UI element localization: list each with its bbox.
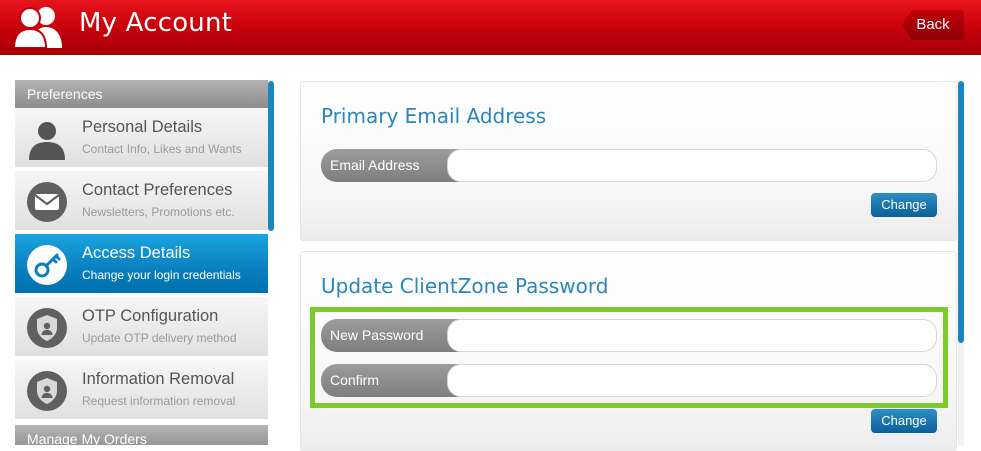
users-icon: [12, 7, 62, 48]
sidebar-item-sublabel: Request information removal: [82, 394, 236, 408]
back-button[interactable]: Back: [902, 10, 964, 40]
sidebar-scrollbar[interactable]: [268, 81, 274, 231]
email-field: Email Address: [321, 149, 937, 182]
sidebar-item-sublabel: Newsletters, Promotions etc.: [82, 205, 235, 219]
sidebar-item-information-removal[interactable]: Information Removal Request information …: [15, 360, 268, 421]
sidebar-item-personal-details[interactable]: Personal Details Contact Info, Likes and…: [15, 108, 268, 169]
app-header: My Account Back: [0, 0, 981, 55]
sidebar-section-manage-orders[interactable]: Manage My Orders: [15, 425, 268, 445]
shield-icon: [27, 308, 67, 348]
sidebar-item-sublabel: Contact Info, Likes and Wants: [82, 142, 242, 156]
sidebar-item-access-details[interactable]: Access Details Change your login credent…: [15, 234, 268, 295]
password-fields-highlight: [310, 307, 948, 408]
shield-icon: [27, 371, 67, 411]
email-panel: Primary Email Address Email Address Chan…: [300, 81, 957, 241]
key-icon: [27, 245, 67, 285]
sidebar-item-sublabel: Update OTP delivery method: [82, 331, 237, 345]
main-scroll-track[interactable]: [958, 343, 964, 445]
email-input[interactable]: [447, 149, 937, 182]
page-title: My Account: [79, 8, 233, 38]
sidebar: Preferences Personal Details Contact Inf…: [15, 80, 268, 445]
sidebar-item-otp-configuration[interactable]: OTP Configuration Update OTP delivery me…: [15, 297, 268, 358]
email-panel-title: Primary Email Address: [321, 104, 547, 128]
main-scrollbar[interactable]: [958, 81, 964, 343]
sidebar-item-label: Access Details: [82, 244, 191, 262]
password-change-button[interactable]: Change: [871, 409, 937, 433]
password-panel-title: Update ClientZone Password: [321, 274, 609, 298]
sidebar-item-label: Contact Preferences: [82, 181, 233, 199]
person-icon: [29, 122, 65, 160]
envelope-icon: [27, 182, 67, 222]
sidebar-item-contact-preferences[interactable]: Contact Preferences Newsletters, Promoti…: [15, 171, 268, 232]
sidebar-item-label: Personal Details: [82, 118, 203, 136]
email-change-button[interactable]: Change: [871, 193, 937, 217]
sidebar-section-preferences: Preferences: [15, 80, 268, 108]
sidebar-item-label: Information Removal: [82, 370, 235, 388]
sidebar-item-sublabel: Change your login credentials: [82, 268, 241, 282]
sidebar-item-label: OTP Configuration: [82, 307, 219, 325]
email-field-label: Email Address: [321, 149, 461, 182]
